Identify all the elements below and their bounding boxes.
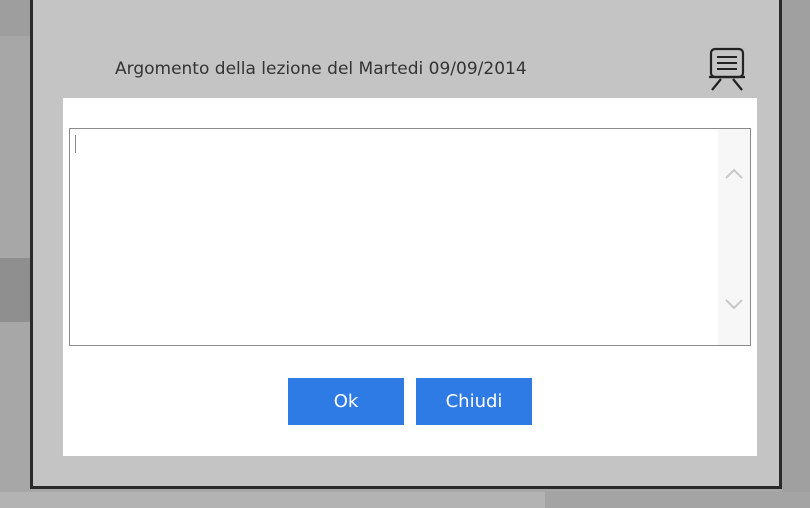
backdrop-left-strip [0, 258, 30, 322]
dialog-header: Argomento della lezione del Martedi 09/0… [63, 42, 757, 98]
scroll-down-icon[interactable] [724, 297, 744, 311]
dialog-title: Argomento della lezione del Martedi 09/0… [115, 59, 527, 79]
scroll-up-icon[interactable] [724, 165, 744, 179]
lesson-topic-textarea[interactable] [70, 129, 720, 345]
text-cursor [75, 135, 76, 153]
lesson-topic-dialog: Argomento della lezione del Martedi 09/0… [63, 42, 757, 456]
backdrop-bottom-strip-right [545, 492, 810, 508]
lesson-topic-textarea-container [69, 128, 751, 346]
close-button[interactable]: Chiudi [416, 378, 532, 425]
ok-button[interactable]: Ok [288, 378, 404, 425]
textarea-scrollbar[interactable] [718, 129, 750, 345]
backdrop-right-strip [782, 0, 810, 508]
presentation-board-icon [707, 46, 747, 94]
